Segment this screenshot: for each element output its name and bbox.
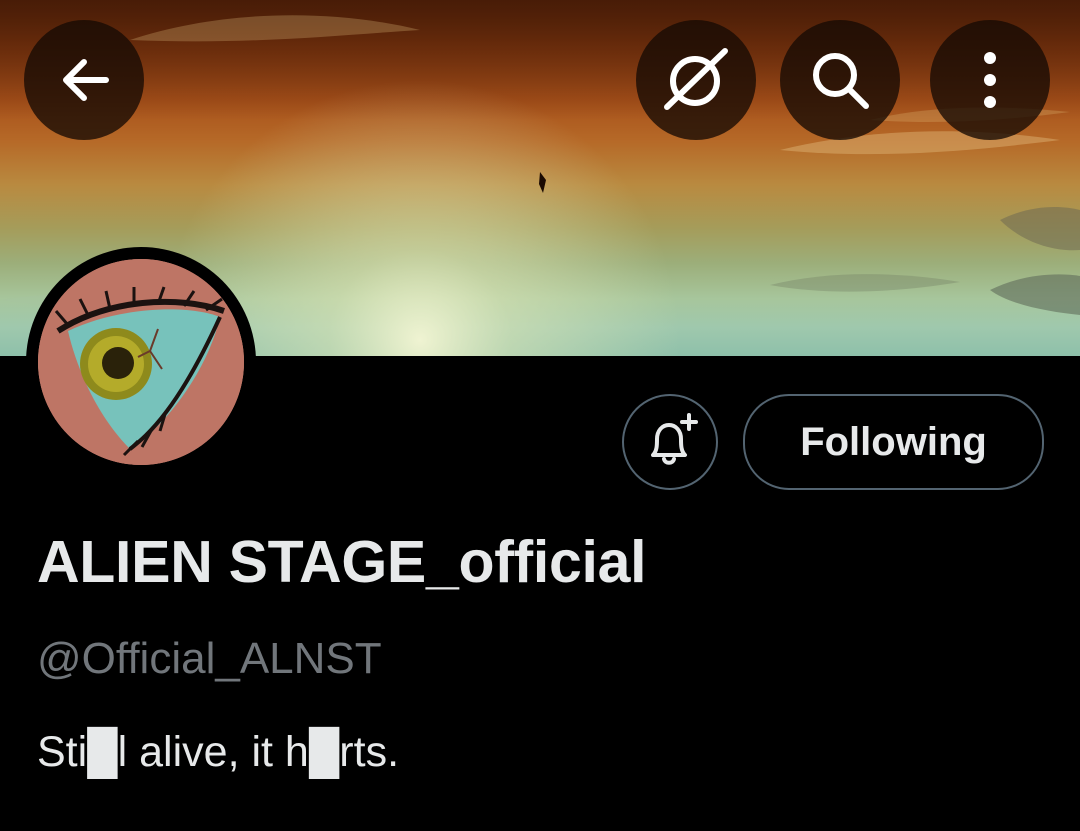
grok-button[interactable] xyxy=(636,20,756,140)
profile-display-name: ALIEN STAGE_official xyxy=(37,529,647,595)
profile-page: Following ALIEN STAGE_official @Official… xyxy=(0,0,1080,831)
eye-artwork-image xyxy=(38,259,244,465)
arrow-left-icon xyxy=(63,59,109,101)
profile-handle: @Official_ALNST xyxy=(37,634,382,683)
search-icon xyxy=(813,53,869,109)
vertical-ellipsis-icon xyxy=(984,52,996,108)
grok-icon xyxy=(664,48,728,110)
notifications-button[interactable] xyxy=(622,394,718,490)
more-options-button[interactable] xyxy=(930,20,1050,140)
search-button[interactable] xyxy=(780,20,900,140)
back-button[interactable] xyxy=(24,20,144,140)
bell-plus-icon xyxy=(651,413,698,465)
avatar[interactable] xyxy=(26,247,256,477)
profile-bio: Sti█l alive, it h█rts. xyxy=(37,728,400,776)
following-button[interactable]: Following xyxy=(743,394,1044,490)
avatar-image xyxy=(38,259,244,465)
